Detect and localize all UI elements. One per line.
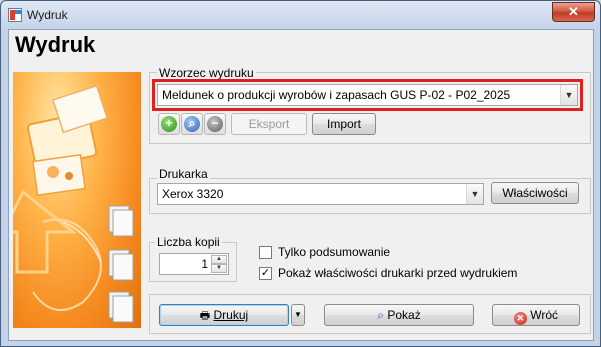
printer-section-label: Drukarka [157, 167, 210, 181]
title-bar[interactable]: Wydruk ✕ [1, 1, 600, 29]
print-button[interactable]: 🖶 Drukuj [159, 304, 289, 326]
back-button-label: Wróć [530, 308, 559, 322]
add-template-button[interactable]: + [158, 113, 180, 135]
preview-button-label: Pokaż [387, 308, 421, 322]
template-section-label: Wzorzec wydruku [157, 66, 256, 80]
dialog-client-area: Wydruk Wzorzec wydruku Meldunek o produk… [8, 29, 594, 341]
preview-button[interactable]: ⌕ Pokaż [324, 304, 474, 326]
cancel-icon: ✕ [513, 312, 527, 325]
magnifier-icon: ⌕ [184, 116, 200, 132]
copies-stepper[interactable]: 1 ▲ ▼ [159, 253, 229, 275]
print-button-label: Drukuj [213, 308, 249, 322]
remove-template-button[interactable]: − [204, 113, 226, 135]
copies-section-label: Liczba kopii [155, 235, 222, 249]
export-button[interactable]: Eksport [231, 113, 307, 135]
printer-properties-button[interactable]: Właściwości [491, 182, 579, 204]
close-window-button[interactable]: ✕ [552, 2, 595, 22]
page-title: Wydruk [15, 32, 96, 57]
import-button[interactable]: Import [312, 113, 376, 135]
magnifier-icon: ⌕ [377, 308, 385, 322]
show-printer-properties-label: Pokaż właściwości drukarki przed wydruki… [278, 266, 518, 280]
show-printer-properties-checkbox[interactable]: ✓ [259, 267, 272, 280]
template-select-highlight [152, 79, 583, 111]
window-title: Wydruk [27, 8, 68, 22]
printer-select[interactable]: Xerox 3320 ▼ [157, 183, 484, 205]
stepper-up-icon[interactable]: ▲ [211, 255, 227, 264]
summary-only-label: Tylko podsumowanie [278, 245, 391, 259]
minus-icon: − [207, 116, 223, 132]
stepper-down-icon[interactable]: ▼ [211, 264, 227, 273]
printer-icon: 🖶 [199, 310, 211, 322]
print-options-dropdown[interactable]: ▼ [291, 304, 305, 326]
preview-template-button[interactable]: ⌕ [181, 113, 203, 135]
print-dialog-window: Wydruk ✕ Wydruk Wzorzec wydruku Meldunek… [0, 0, 601, 347]
printer-select-value: Xerox 3320 [162, 187, 224, 201]
chevron-down-icon[interactable]: ▼ [466, 184, 483, 204]
app-icon [8, 8, 22, 22]
printer-illustration [13, 72, 141, 328]
plus-icon: + [161, 116, 177, 132]
summary-only-checkbox[interactable] [259, 246, 272, 259]
back-button[interactable]: ✕ Wróć [492, 304, 580, 326]
printer-illustration-svg [13, 84, 134, 323]
copies-value: 1 [201, 257, 208, 271]
